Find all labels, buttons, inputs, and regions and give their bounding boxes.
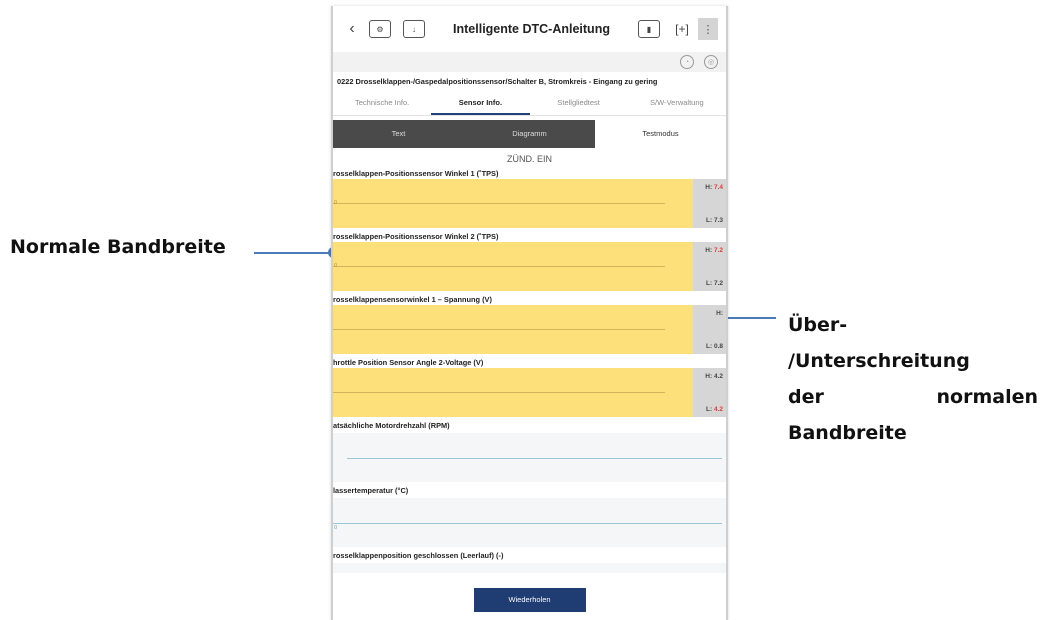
high-value: H: 4.2 — [705, 373, 723, 380]
sensor-plot[interactable]: 0 — [333, 242, 693, 291]
repeat-button[interactable]: Wiederholen — [473, 588, 586, 612]
record-icon[interactable]: ◎ — [704, 55, 718, 69]
high-value: H: — [716, 310, 723, 317]
sensor-label: rosselklappensensorwinkel 1 – Spannung (… — [333, 295, 492, 304]
tab-actuator-test[interactable]: Stellgliedtest — [530, 91, 628, 115]
callout-right-line-4: Bandbreite — [788, 422, 907, 444]
callout-right-line-1: Über- — [788, 314, 848, 336]
callout-left-line — [254, 252, 334, 254]
callout-right-word-der: der — [788, 386, 824, 408]
top-bar: ‹ ⚙ ↓ Intelligente DTC-Anleitung ▮ [+] ⋮ — [333, 6, 726, 52]
sub-toolbar: ◔ ◎ — [333, 52, 726, 72]
back-icon[interactable]: ‹ — [341, 20, 363, 38]
sensor-label: rosselklappen-Positionssensor Winkel 2 (… — [333, 232, 499, 241]
dtc-description: 0222 Drosselklappen-/Gaspedalpositionsse… — [337, 77, 658, 86]
callout-right-word-normalen: normalen — [936, 386, 1039, 408]
zero-label: 0 — [334, 200, 338, 206]
sensor-range: H: 4.2 L: 4.2 — [693, 368, 726, 417]
tab-software-management[interactable]: S/W-Verwaltung — [628, 91, 726, 115]
mode-diagram-button[interactable]: Diagramm — [464, 120, 595, 148]
callout-out-of-band: Über- /Unterschreitung der normalen Band… — [788, 307, 1043, 451]
low-value: L: 4.2 — [706, 406, 723, 413]
low-value: L: 7.2 — [706, 280, 723, 287]
zero-label: 0 — [334, 263, 338, 269]
sensor-plot[interactable] — [333, 433, 726, 482]
sensor-range: H: 7.2 L: 7.2 — [693, 242, 726, 291]
high-value: H: 7.4 — [705, 184, 723, 191]
ignition-status: ZÜND. EIN — [507, 154, 552, 164]
battery-icon[interactable]: ▮ — [638, 20, 660, 38]
engine-icon[interactable]: ⚙ — [369, 20, 391, 38]
sensor-graph: atsächliche Motordrehzahl (RPM) — [333, 420, 726, 482]
sensor-plot[interactable] — [333, 305, 693, 354]
sensor-label: hrottle Position Sensor Angle 2-Voltage … — [333, 358, 484, 367]
callout-right-line-3: der normalen — [788, 379, 1038, 415]
tab-technical-info[interactable]: Technische Info. — [333, 91, 431, 115]
low-value: L: 7.3 — [706, 217, 723, 224]
sensor-range: H: L: 0.8 — [693, 305, 726, 354]
sensor-graph: rosselklappen-Positionssensor Winkel 2 (… — [333, 231, 726, 291]
sensor-graph: hrottle Position Sensor Angle 2-Voltage … — [333, 357, 726, 417]
sensor-graph: rosselklappen-Positionssensor Winkel 1 (… — [333, 168, 726, 228]
plus-icon[interactable]: [+] — [672, 21, 692, 37]
export-icon[interactable]: ↓ — [403, 20, 425, 38]
sensor-graph: lassertemperatur (°C) 0 — [333, 485, 726, 547]
callout-right-line-2: /Unterschreitung — [788, 350, 970, 372]
menu-icon[interactable]: ⋮ — [698, 18, 718, 40]
sensor-plot[interactable] — [333, 368, 693, 417]
tab-bar: Technische Info. Sensor Info. Stellglied… — [333, 91, 726, 116]
sensor-plot[interactable]: 0 — [333, 498, 726, 547]
sensor-label: rosselklappenposition geschlossen (Leerl… — [333, 551, 504, 560]
app-screen: ‹ ⚙ ↓ Intelligente DTC-Anleitung ▮ [+] ⋮… — [331, 6, 728, 620]
high-value: H: 7.2 — [705, 247, 723, 254]
mode-test-button[interactable]: Testmodus — [595, 120, 726, 148]
graph-icon[interactable]: ◔ — [680, 55, 694, 69]
sensor-plot[interactable]: 0 — [333, 179, 693, 228]
sensor-label: atsächliche Motordrehzahl (RPM) — [333, 421, 450, 430]
sensor-label: lassertemperatur (°C) — [333, 486, 409, 495]
mode-switch: Text Diagramm Testmodus — [333, 120, 726, 148]
sensor-graph: rosselklappensensorwinkel 1 – Spannung (… — [333, 294, 726, 354]
tab-sensor-info[interactable]: Sensor Info. — [431, 91, 530, 115]
low-value: L: 0.8 — [706, 343, 723, 350]
mode-text-button[interactable]: Text — [333, 120, 464, 148]
sensor-graph: rosselklappenposition geschlossen (Leerl… — [333, 550, 726, 573]
zero-label: 0 — [334, 525, 338, 531]
sensor-label: rosselklappen-Positionssensor Winkel 1 (… — [333, 169, 499, 178]
sensor-plot[interactable] — [333, 563, 726, 573]
sensor-range: H: 7.4 L: 7.3 — [693, 179, 726, 228]
callout-normal-band: Normale Bandbreite — [10, 236, 226, 258]
page-title: Intelligente DTC-Anleitung — [453, 22, 610, 36]
